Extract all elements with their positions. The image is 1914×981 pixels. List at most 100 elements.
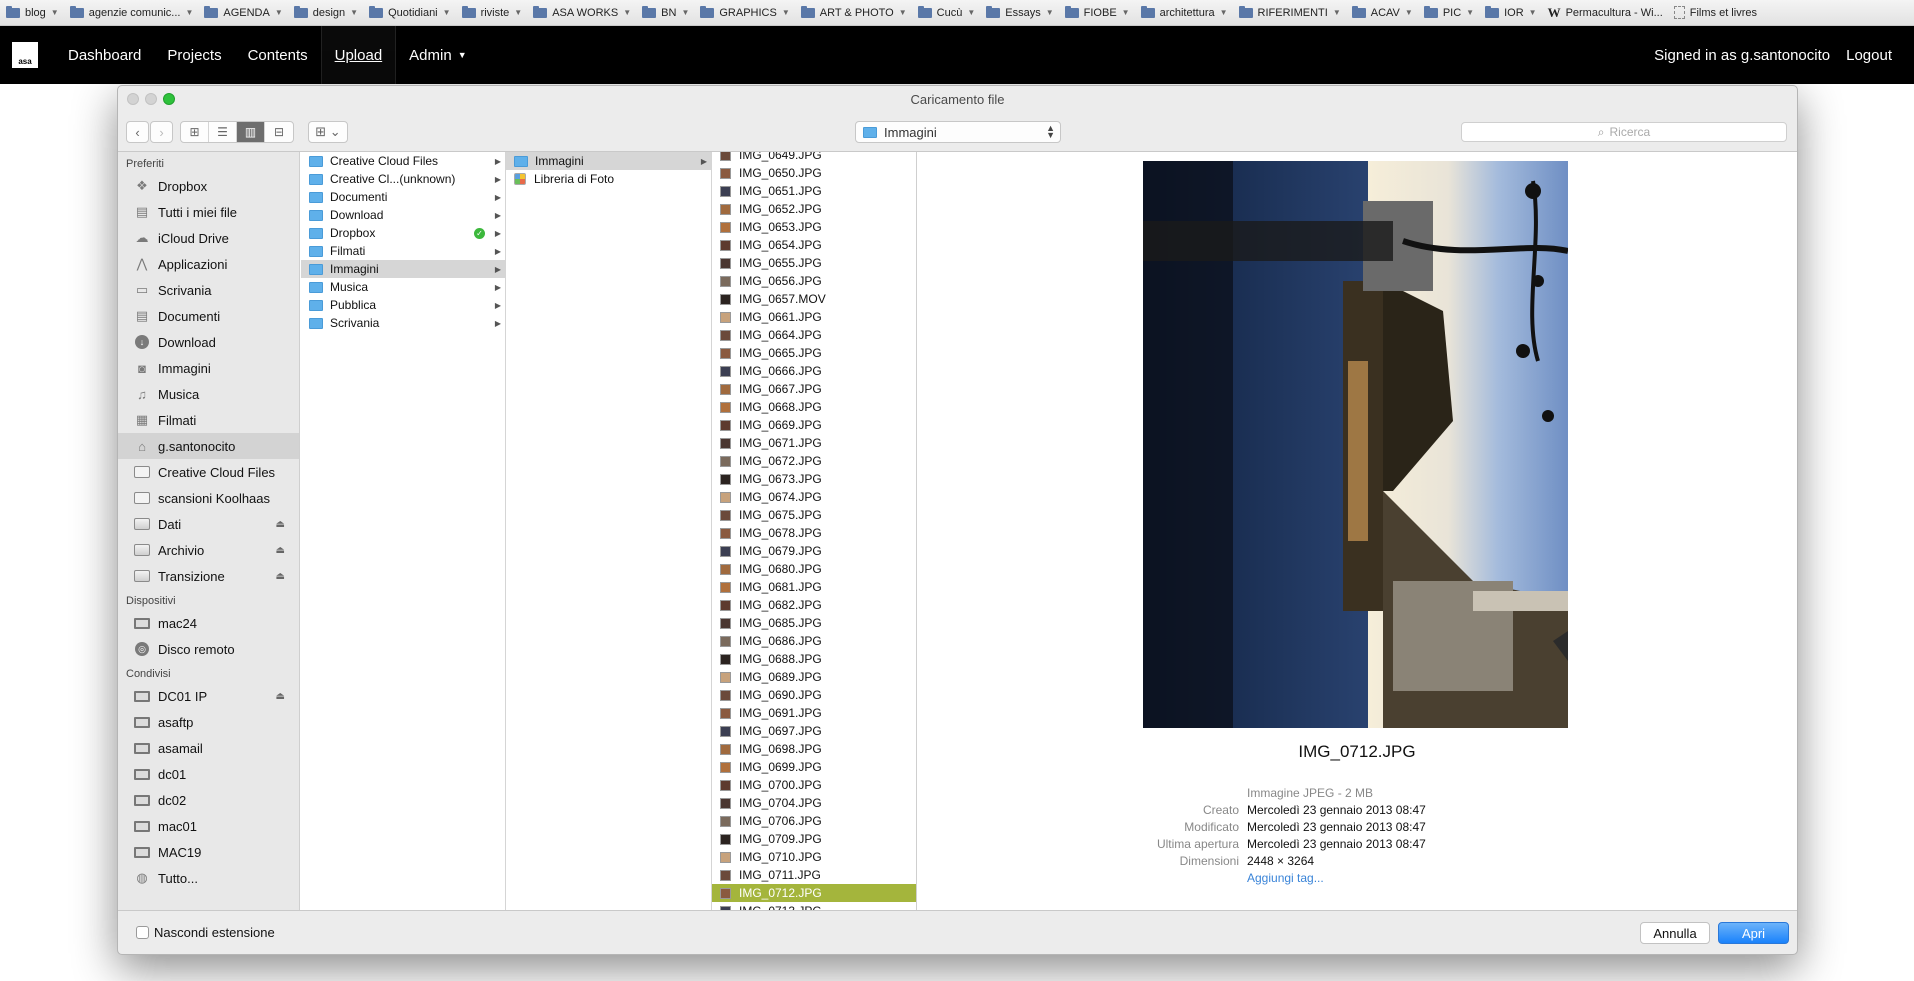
file-row[interactable]: IMG_0686.JPG — [712, 632, 916, 650]
file-row[interactable]: IMG_0675.JPG — [712, 506, 916, 524]
file-row[interactable]: IMG_0682.JPG — [712, 596, 916, 614]
bookmark-item[interactable]: FIOBE ▼ — [1064, 5, 1130, 19]
bookmark-item[interactable]: RIFERIMENTI ▼ — [1238, 5, 1341, 19]
minimize-window-button[interactable] — [145, 93, 157, 105]
file-row[interactable]: IMG_0690.JPG — [712, 686, 916, 704]
file-row[interactable]: IMG_0673.JPG — [712, 470, 916, 488]
bookmark-item[interactable]: Cucù ▼ — [917, 5, 975, 19]
file-row[interactable]: IMG_0706.JPG — [712, 812, 916, 830]
hide-extension-checkbox[interactable]: Nascondi estensione — [136, 925, 275, 940]
nav-admin[interactable]: Admin ▼ — [396, 26, 479, 84]
open-button[interactable]: Apri — [1718, 922, 1789, 944]
file-row[interactable]: IMG_0680.JPG — [712, 560, 916, 578]
file-row[interactable]: IMG_0710.JPG — [712, 848, 916, 866]
sidebar-item[interactable]: dc02 — [118, 787, 299, 813]
folder-row[interactable]: Creative Cl...(unknown) ▶ — [301, 170, 505, 188]
file-row[interactable]: IMG_0651.JPG — [712, 182, 916, 200]
file-row[interactable]: IMG_0681.JPG — [712, 578, 916, 596]
file-row[interactable]: IMG_0664.JPG — [712, 326, 916, 344]
file-row[interactable]: IMG_0679.JPG — [712, 542, 916, 560]
bookmark-item[interactable]: architettura ▼ — [1140, 5, 1228, 19]
sidebar-item[interactable]: MAC19 — [118, 839, 299, 865]
file-row[interactable]: IMG_0709.JPG — [712, 830, 916, 848]
file-row[interactable]: IMG_0656.JPG — [712, 272, 916, 290]
bookmark-item[interactable]: PIC ▼ — [1423, 5, 1474, 19]
bookmark-item[interactable]: Films et livres — [1673, 6, 1757, 19]
file-row[interactable]: IMG_0697.JPG — [712, 722, 916, 740]
bookmark-item[interactable]: design ▼ — [293, 5, 358, 19]
bookmark-item[interactable]: Essays ▼ — [986, 5, 1054, 19]
file-row[interactable]: IMG_0649.JPG — [712, 152, 916, 164]
bookmark-item[interactable]: ASA WORKS ▼ — [533, 5, 631, 19]
add-tags-link[interactable]: Aggiungi tag... — [1247, 871, 1324, 885]
file-row[interactable]: IMG_0704.JPG — [712, 794, 916, 812]
file-row[interactable]: IMG_0655.JPG — [712, 254, 916, 272]
bookmark-item[interactable]: blog ▼ — [6, 5, 59, 19]
bookmark-item[interactable]: BN ▼ — [642, 5, 689, 19]
sidebar-item[interactable]: ◙ Immagini — [118, 355, 299, 381]
sidebar-item[interactable]: ♫ Musica — [118, 381, 299, 407]
sidebar-item[interactable]: asamail — [118, 735, 299, 761]
bookmark-item[interactable]: riviste ▼ — [461, 5, 522, 19]
folder-row[interactable]: Dropbox ✓ ▶ — [301, 224, 505, 242]
sidebar-item[interactable]: ◎ Disco remoto — [118, 636, 299, 662]
file-row[interactable]: IMG_0688.JPG — [712, 650, 916, 668]
folder-row[interactable]: Filmati ▶ — [301, 242, 505, 260]
file-row[interactable]: IMG_0671.JPG — [712, 434, 916, 452]
sidebar-item[interactable]: mac01 — [118, 813, 299, 839]
file-row[interactable]: IMG_0667.JPG — [712, 380, 916, 398]
file-row[interactable]: IMG_0711.JPG — [712, 866, 916, 884]
folder-row[interactable]: Immagini ▶ — [301, 260, 505, 278]
file-row[interactable]: IMG_0654.JPG — [712, 236, 916, 254]
bookmark-item[interactable]: Quotidiani ▼ — [369, 5, 451, 19]
sidebar-item[interactable]: ▤ Tutti i miei file — [118, 199, 299, 225]
sidebar-item[interactable]: Creative Cloud Files — [118, 459, 299, 485]
sidebar-item[interactable]: scansioni Koolhaas — [118, 485, 299, 511]
file-row[interactable]: IMG_0665.JPG — [712, 344, 916, 362]
checkbox-box[interactable] — [136, 926, 149, 939]
sidebar-item[interactable]: Dati ⏏ — [118, 511, 299, 537]
folder-row[interactable]: Musica ▶ — [301, 278, 505, 296]
sidebar-item[interactable]: dc01 — [118, 761, 299, 787]
forward-button[interactable]: › — [150, 121, 173, 143]
eject-icon[interactable]: ⏏ — [276, 545, 285, 556]
folder-row[interactable]: Immagini ▶ — [506, 152, 711, 170]
file-row[interactable]: IMG_0678.JPG — [712, 524, 916, 542]
file-row[interactable]: IMG_0689.JPG — [712, 668, 916, 686]
sidebar-item[interactable]: ↓ Download — [118, 329, 299, 355]
search-field[interactable]: ⌕ Ricerca — [1461, 122, 1787, 142]
sidebar-item[interactable]: ▤ Documenti — [118, 303, 299, 329]
nav-dashboard[interactable]: Dashboard — [55, 26, 154, 84]
bookmark-item[interactable]: W Permacultura - Wi... — [1548, 5, 1663, 21]
nav-projects[interactable]: Projects — [154, 26, 234, 84]
nav-upload[interactable]: Upload — [320, 26, 397, 84]
arrange-button[interactable]: ⊞ ⌄ — [308, 121, 348, 143]
sidebar-item[interactable]: mac24 — [118, 610, 299, 636]
file-row[interactable]: IMG_0669.JPG — [712, 416, 916, 434]
file-row[interactable]: IMG_0685.JPG — [712, 614, 916, 632]
bookmark-item[interactable]: IOR ▼ — [1485, 5, 1537, 19]
location-select[interactable]: Immagini ▲ ▼ — [855, 121, 1061, 143]
file-row[interactable]: IMG_0652.JPG — [712, 200, 916, 218]
file-row[interactable]: IMG_0699.JPG — [712, 758, 916, 776]
file-row[interactable]: IMG_0700.JPG — [712, 776, 916, 794]
icon-view-button[interactable]: ⊞ — [181, 122, 209, 142]
file-row[interactable]: IMG_0650.JPG — [712, 164, 916, 182]
sidebar-item[interactable]: ⌂ g.santonocito — [118, 433, 299, 459]
file-row[interactable]: IMG_0672.JPG — [712, 452, 916, 470]
sidebar-item[interactable]: ▦ Filmati — [118, 407, 299, 433]
sidebar-item[interactable]: asaftp — [118, 709, 299, 735]
file-row[interactable]: IMG_0698.JPG — [712, 740, 916, 758]
close-window-button[interactable] — [127, 93, 139, 105]
folder-row[interactable]: Scrivania ▶ — [301, 314, 505, 332]
list-view-button[interactable]: ☰ — [209, 122, 237, 142]
bookmark-item[interactable]: agenzie comunic... ▼ — [69, 5, 193, 19]
folder-row[interactable]: Pubblica ▶ — [301, 296, 505, 314]
folder-row[interactable]: Creative Cloud Files ▶ — [301, 152, 505, 170]
eject-icon[interactable]: ⏏ — [276, 571, 285, 582]
file-row[interactable]: IMG_0666.JPG — [712, 362, 916, 380]
file-row[interactable]: IMG_0674.JPG — [712, 488, 916, 506]
file-row[interactable]: IMG_0661.JPG — [712, 308, 916, 326]
column-view-button[interactable]: ▥ — [237, 122, 265, 142]
sidebar-item[interactable]: ◍ Tutto... — [118, 865, 299, 891]
